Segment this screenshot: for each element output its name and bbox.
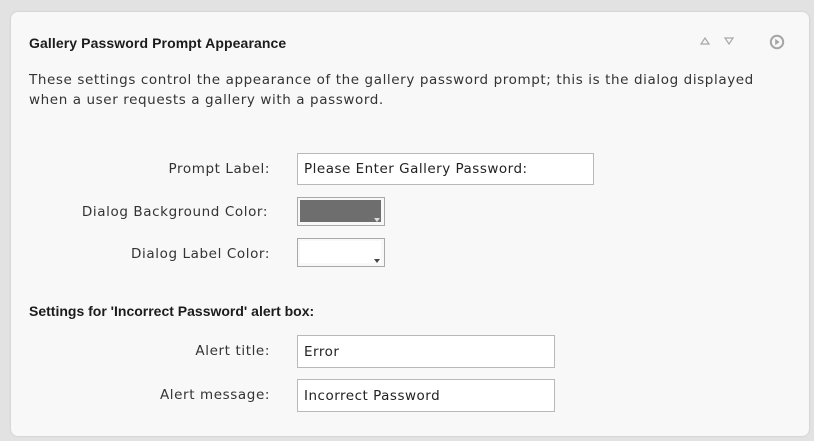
alert-title-input[interactable]: [297, 335, 555, 368]
panel-description: These settings control the appearance of…: [29, 72, 754, 108]
prompt-label-input[interactable]: [297, 153, 594, 185]
alert-message-label: Alert message:: [159, 387, 270, 403]
dialog-label-color-label: Dialog Label Color:: [131, 246, 270, 262]
alert-message-input[interactable]: [297, 379, 555, 412]
dialog-label-color-swatch: [300, 241, 381, 263]
dialog-bg-color-picker[interactable]: [297, 197, 385, 226]
collapse-icon[interactable]: [769, 34, 785, 50]
move-up-icon[interactable]: [700, 37, 710, 45]
alert-section-heading: Settings for 'Incorrect Password' alert …: [29, 303, 315, 319]
prompt-label-label: Prompt Label:: [168, 161, 270, 177]
dialog-bg-color-label: Dialog Background Color:: [81, 204, 268, 220]
alert-title-label: Alert title:: [195, 343, 270, 359]
dropdown-triangle-icon: [374, 259, 380, 263]
dialog-bg-color-swatch: [300, 200, 381, 222]
dialog-label-color-picker[interactable]: [297, 238, 385, 267]
move-down-icon[interactable]: [724, 37, 734, 45]
panel-title: Gallery Password Prompt Appearance: [29, 35, 287, 51]
dropdown-triangle-icon: [374, 218, 380, 222]
